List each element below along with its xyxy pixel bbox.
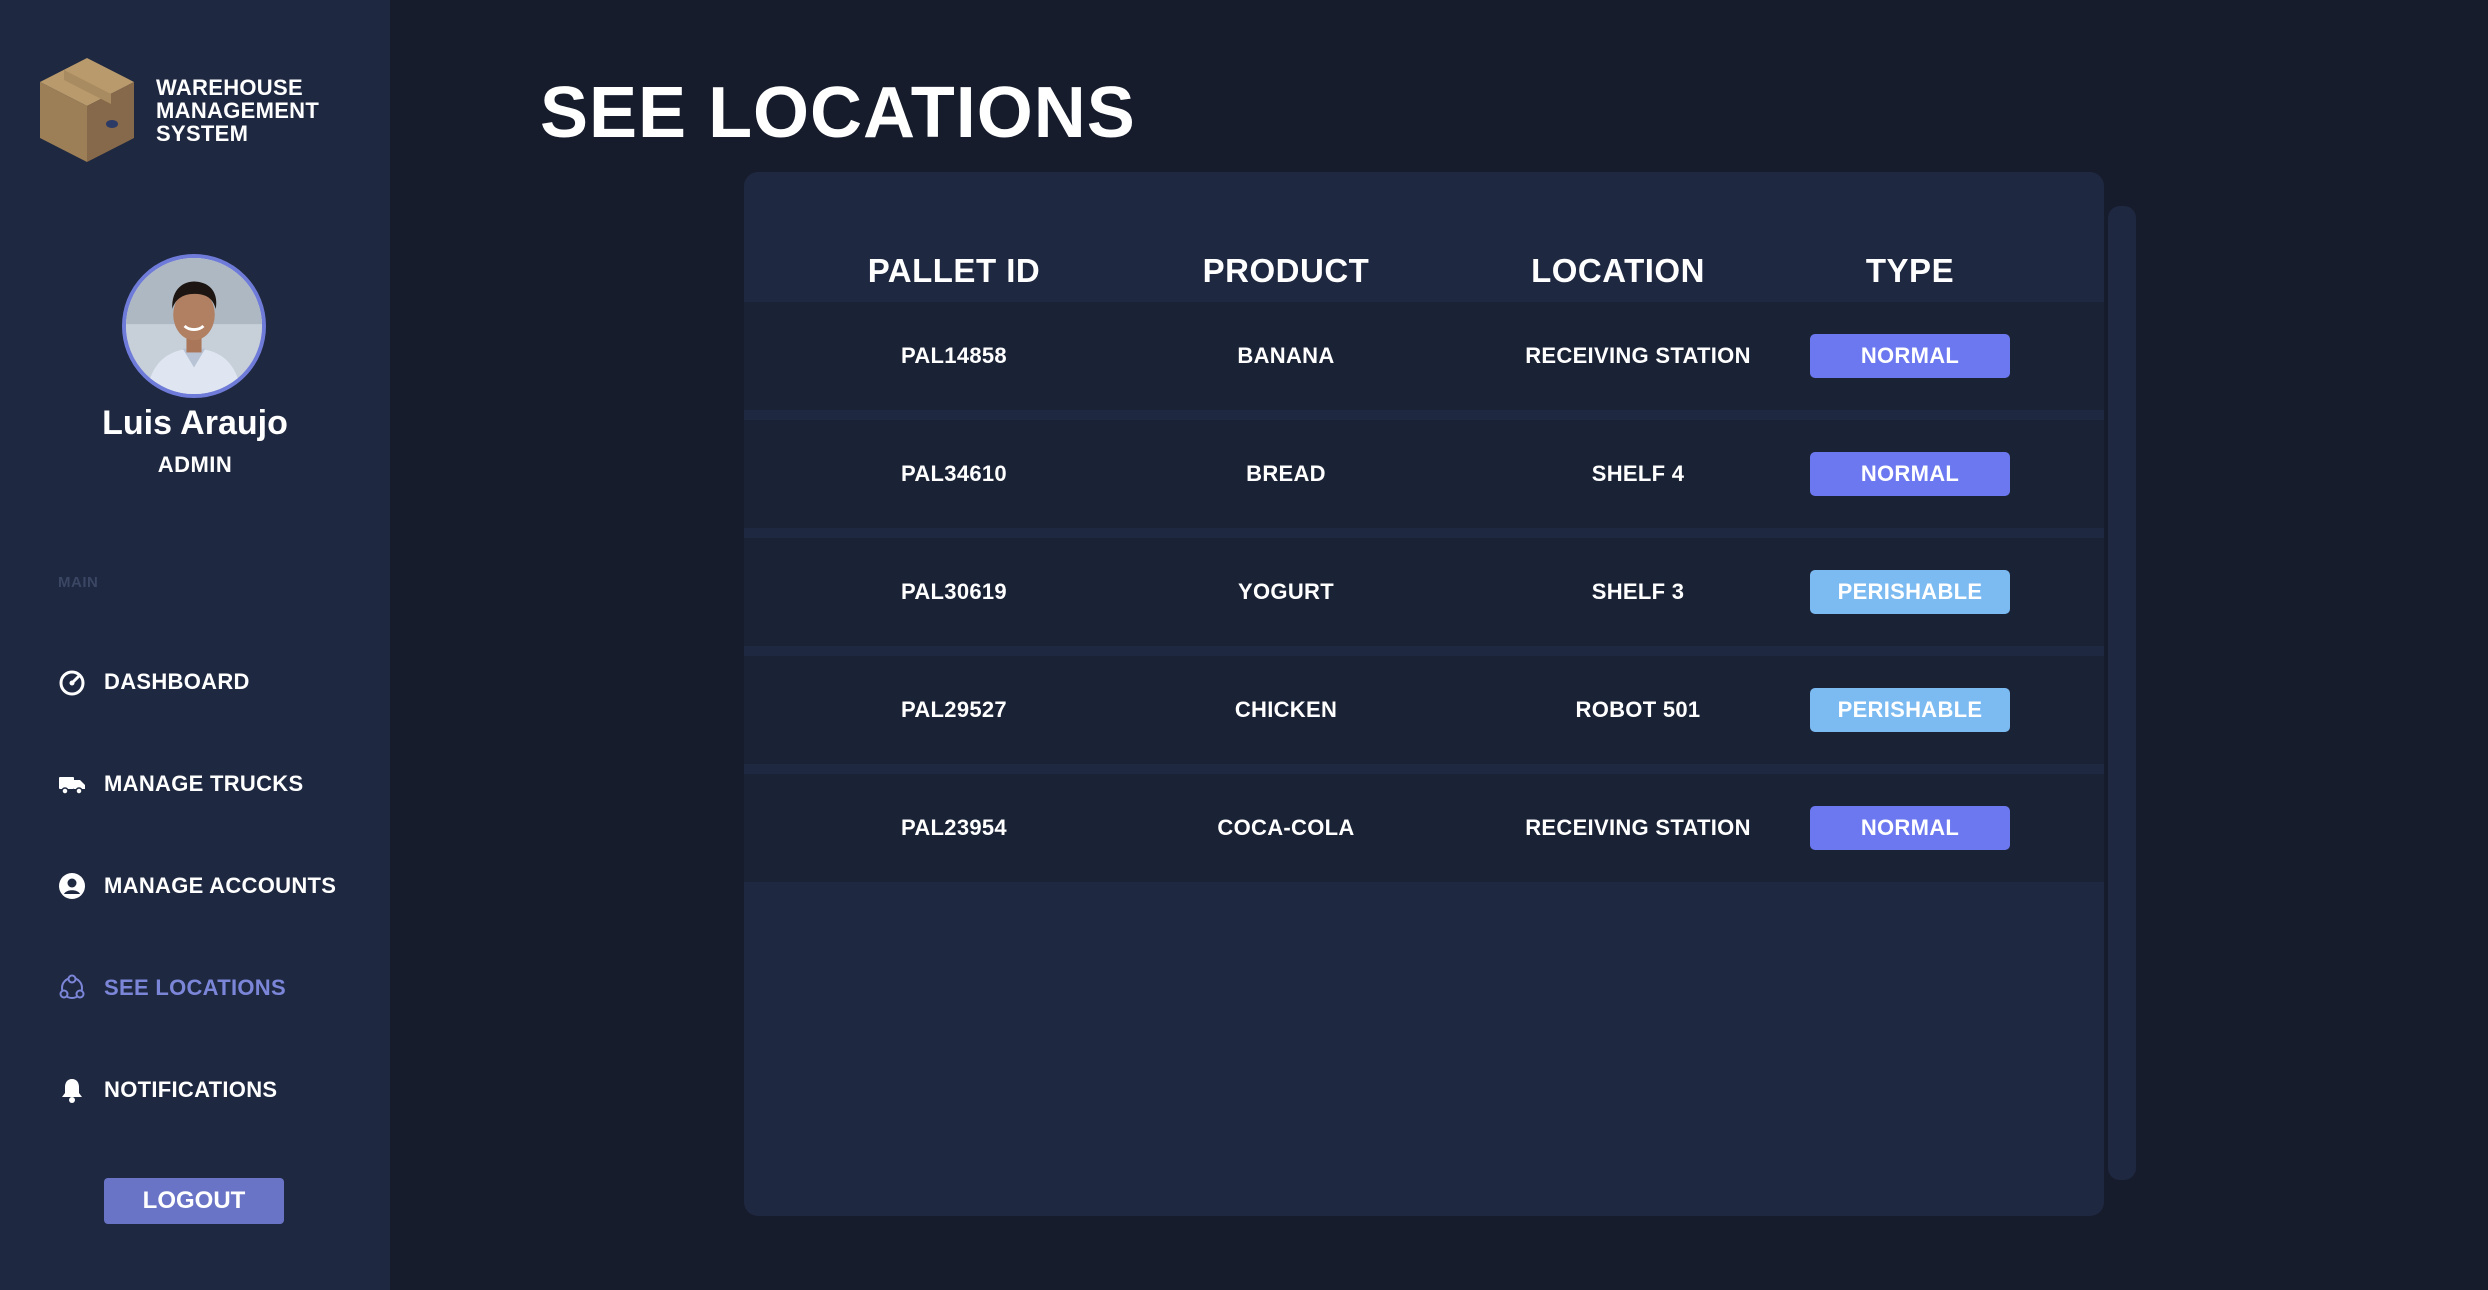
avatar-photo — [126, 258, 262, 394]
cell-product: BREAD — [1246, 461, 1326, 486]
brand-text: WAREHOUSE MANAGEMENT SYSTEM — [156, 76, 319, 145]
sidebar-item-label: MANAGE ACCOUNTS — [104, 873, 337, 898]
cell-pallet-id: PAL23954 — [901, 815, 1007, 840]
locations-table-panel: PALLET ID PRODUCT LOCATION TYPE PAL14858… — [744, 172, 2104, 1216]
user-name: Luis Araujo — [102, 404, 288, 442]
sidebar-item-label: SEE LOCATIONS — [104, 975, 286, 1000]
column-header-type: TYPE — [1865, 252, 1955, 289]
cell-type: NORMAL — [1810, 774, 2010, 882]
cell-pallet-id: PAL34610 — [901, 461, 1007, 486]
table-row[interactable]: PAL30619 YOGURT SHELF 3 PERISHABLE — [744, 538, 2104, 646]
sidebar-item-notifications[interactable]: NOTIFICATIONS — [56, 1070, 277, 1110]
dashboard-gauge-icon — [56, 666, 88, 698]
vertical-scrollbar[interactable] — [2108, 206, 2136, 1180]
sidebar-item-label: NOTIFICATIONS — [104, 1077, 278, 1102]
page-title: SEE LOCATIONS — [540, 73, 1136, 153]
cell-product: CHICKEN — [1234, 697, 1338, 722]
sidebar-item-manage-trucks[interactable]: MANAGE TRUCKS — [56, 764, 303, 804]
brand-line-3: SYSTEM — [156, 120, 249, 146]
bell-icon — [56, 1074, 88, 1106]
user-role: ADMIN — [157, 452, 233, 477]
cell-pallet-id: PAL29527 — [901, 697, 1007, 722]
column-header-pallet-id: PALLET ID — [867, 252, 1041, 289]
sidebar-item-manage-accounts[interactable]: MANAGE ACCOUNTS — [56, 866, 336, 906]
cell-product: YOGURT — [1238, 579, 1334, 604]
location-network-icon — [56, 972, 88, 1004]
user-circle-icon — [56, 870, 88, 902]
type-badge-normal: NORMAL — [1810, 806, 2010, 850]
cell-location: RECEIVING STATION — [1525, 815, 1751, 840]
cell-type: PERISHABLE — [1810, 656, 2010, 764]
type-badge-normal: NORMAL — [1810, 452, 2010, 496]
cell-location: ROBOT 501 — [1575, 697, 1701, 722]
column-header-location: LOCATION — [1531, 252, 1705, 289]
cell-location: SHELF 4 — [1591, 461, 1685, 486]
truck-icon — [56, 768, 88, 800]
sidebar-item-label: MANAGE TRUCKS — [104, 771, 304, 796]
table-row[interactable]: PAL29527 CHICKEN ROBOT 501 PERISHABLE — [744, 656, 2104, 764]
box-logo-icon — [40, 58, 134, 162]
table-row[interactable]: PAL34610 BREAD SHELF 4 NORMAL — [744, 420, 2104, 528]
sidebar-item-label: DASHBOARD — [104, 669, 250, 694]
avatar — [122, 254, 266, 398]
cell-location: RECEIVING STATION — [1525, 343, 1751, 368]
app-root: WAREHOUSE MANAGEMENT SYSTEM Luis Araujo … — [0, 0, 2488, 1290]
cell-location: SHELF 3 — [1591, 579, 1685, 604]
brand-line-1: WAREHOUSE — [156, 74, 303, 100]
cell-type: NORMAL — [1810, 420, 2010, 528]
cell-pallet-id: PAL14858 — [901, 343, 1007, 368]
section-label-main: MAIN — [58, 574, 99, 591]
column-header-product: PRODUCT — [1202, 252, 1370, 289]
type-badge-normal: NORMAL — [1810, 334, 2010, 378]
sidebar-item-dashboard[interactable]: DASHBOARD — [56, 662, 250, 702]
sidebar: WAREHOUSE MANAGEMENT SYSTEM Luis Araujo … — [0, 0, 390, 1290]
table-header-row: PALLET ID PRODUCT LOCATION TYPE — [744, 172, 2104, 302]
sidebar-item-see-locations[interactable]: SEE LOCATIONS — [56, 968, 286, 1008]
cell-pallet-id: PAL30619 — [901, 579, 1007, 604]
brand: WAREHOUSE MANAGEMENT SYSTEM — [36, 54, 319, 166]
brand-line-2: MANAGEMENT — [156, 97, 320, 123]
type-badge-perishable: PERISHABLE — [1810, 570, 2010, 614]
table-row[interactable]: PAL14858 BANANA RECEIVING STATION NORMAL — [744, 302, 2104, 410]
logout-button[interactable]: LOGOUT — [104, 1178, 284, 1224]
table-row[interactable]: PAL23954 COCA-COLA RECEIVING STATION NOR… — [744, 774, 2104, 882]
type-badge-perishable: PERISHABLE — [1810, 688, 2010, 732]
cell-type: NORMAL — [1810, 302, 2010, 410]
cell-type: PERISHABLE — [1810, 538, 2010, 646]
cell-product: BANANA — [1237, 343, 1335, 368]
cell-product: COCA-COLA — [1217, 815, 1355, 840]
